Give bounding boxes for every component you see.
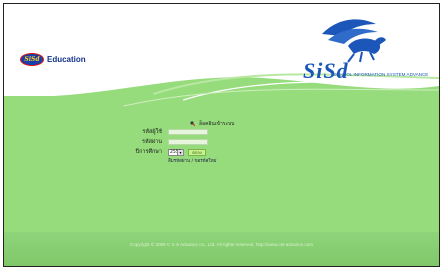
account-links[interactable]: ลืมรหัสผ่าน / ขอรหัสใหม่ [168,157,217,164]
password-input[interactable] [168,139,208,145]
copyright-text: Copyright © 2009 C S S Advance co., Ltd.… [129,242,314,247]
chevron-down-icon[interactable]: ▾ [177,149,183,155]
submit-button[interactable]: ตกลง [188,148,206,156]
login-form: ล็อคอินเข้าระบบ รหัสผู้ใช้ รหัสผ่าน ปีกา… [112,120,312,180]
key-icon [190,121,196,127]
username-label: รหัสผู้ใช้ [142,129,162,135]
logo-text: Education [47,55,86,64]
sisd-brand-logo: SiSd SCHOOL INFORMATION SYSTEM ADVANCE [263,14,433,84]
logo-badge: SiSd [20,53,44,66]
sisd-education-logo[interactable]: SiSd Education [20,53,86,66]
year-row: ปีการศึกษา 2552 ▾ ตกลง [112,148,206,156]
password-label: รหัสผ่าน [141,139,162,145]
login-title: ล็อคอินเข้าระบบ [190,120,235,128]
page-frame: SiSd Education SiSd SCHOOL INFORMATION S… [3,3,440,267]
footer: Copyright © 2009 C S S Advance co., Ltd.… [4,232,439,266]
year-label: ปีการศึกษา [135,149,162,155]
brand-word: SiSd [303,58,349,83]
login-title-text: ล็อคอินเข้าระบบ [199,121,235,127]
username-row: รหัสผู้ใช้ [112,128,208,136]
brand-subtitle: SCHOOL INFORMATION SYSTEM ADVANCE [333,72,429,77]
pegasus-icon [322,19,386,63]
password-row: รหัสผ่าน [112,138,208,146]
year-select[interactable]: 2552 ▾ [168,148,184,156]
header: SiSd Education SiSd SCHOOL INFORMATION S… [4,4,439,124]
username-input[interactable] [168,129,208,135]
